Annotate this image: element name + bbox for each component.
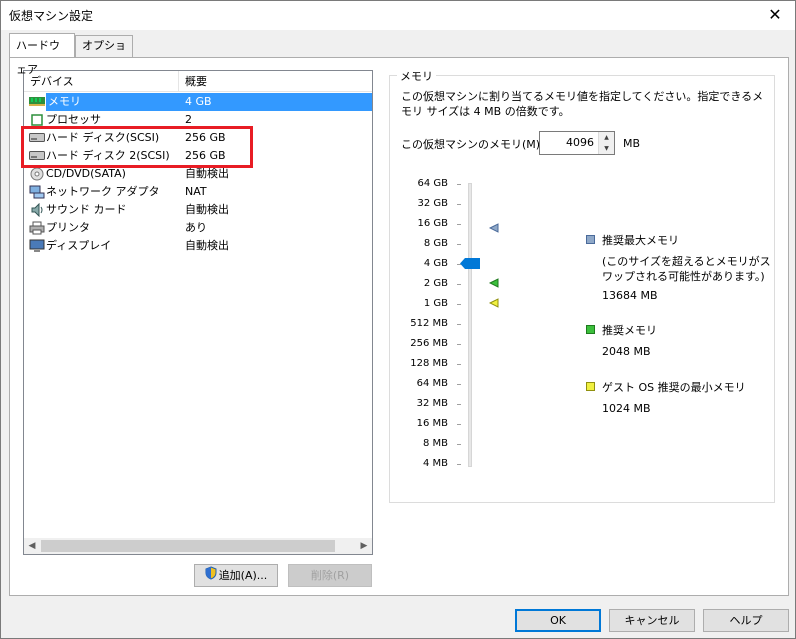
ok-button[interactable]: OK (515, 609, 601, 632)
scale-label: 8 MB (422, 438, 448, 449)
scale-label: 4 GB (423, 258, 448, 269)
scale-tick (457, 284, 461, 285)
device-value: 自動検出 (185, 239, 229, 252)
display-icon (29, 239, 45, 253)
device-value: 自動検出 (185, 203, 229, 216)
device-row-printer[interactable]: プリンタ あり (24, 219, 372, 237)
device-name: ディスプレイ (46, 239, 112, 252)
device-row-memory[interactable]: メモリ 4 GB (24, 93, 372, 111)
cd-dvd-icon (29, 167, 45, 181)
device-value: 4 GB (185, 95, 212, 108)
memory-description: この仮想マシンに割り当てるメモリ値を指定してください。指定できるメモリ サイズは… (401, 90, 764, 118)
scale-label: 32 MB (416, 398, 448, 409)
scale-label: 128 MB (410, 358, 448, 369)
scale-tick (457, 424, 461, 425)
scale-label: 64 MB (416, 378, 448, 389)
scale-tick (457, 404, 461, 405)
recommended-max-note: (このサイズを超えるとメモリがスワップされる可能性があります。) (602, 255, 771, 283)
recommended-label: 推奨メモリ (602, 324, 657, 337)
guest-min-marker (489, 298, 499, 308)
window-title: 仮想マシン設定 (9, 9, 94, 23)
remove-button[interactable]: 削除(R) (288, 564, 372, 587)
close-icon[interactable]: ✕ (755, 1, 795, 30)
recommended-max-label: 推奨最大メモリ (602, 234, 679, 247)
device-name: ネットワーク アダプタ (46, 185, 160, 198)
scale-tick (457, 244, 461, 245)
scale-tick (457, 184, 461, 185)
guest-min-value: 1024 MB (602, 402, 651, 415)
sound-card-icon (29, 202, 45, 218)
memory-slider-thumb[interactable] (460, 258, 480, 269)
recommended-max-swatch (586, 235, 595, 244)
scale-tick (457, 204, 461, 205)
horizontal-scrollbar[interactable]: ◀ ▶ (24, 538, 372, 554)
device-name: サウンド カード (46, 203, 127, 216)
guest-min-label: ゲスト OS 推奨の最小メモリ (602, 381, 746, 394)
scale-tick (457, 364, 461, 365)
add-button-label: 追加(A)... (218, 569, 268, 582)
guest-min-swatch (586, 382, 595, 391)
scale-tick (457, 304, 461, 305)
memory-group-title: メモリ (397, 68, 436, 84)
scroll-left-icon[interactable]: ◀ (24, 538, 40, 554)
title-bar: 仮想マシン設定 ✕ (1, 1, 795, 30)
scale-label: 16 GB (417, 218, 448, 229)
memory-input[interactable]: 4096 (566, 136, 594, 149)
device-row-sound-card[interactable]: サウンド カード 自動検出 (24, 201, 372, 219)
device-name: メモリ (48, 95, 81, 108)
vm-settings-window: 仮想マシン設定 ✕ ハードウェア オプション デバイス 概要 メモリ 4 GB … (0, 0, 796, 639)
tab-hardware[interactable]: ハードウェア (9, 33, 75, 76)
shield-icon (205, 565, 217, 587)
processor-icon (29, 113, 45, 127)
cancel-button[interactable]: キャンセル (609, 609, 695, 632)
scale-label: 16 MB (416, 418, 448, 429)
scale-label: 256 MB (410, 338, 448, 349)
device-value: あり (185, 221, 207, 234)
memory-slider-track[interactable] (468, 183, 472, 467)
column-header-device[interactable]: デバイス (24, 71, 179, 92)
scale-label: 2 GB (423, 278, 448, 289)
list-header: デバイス 概要 (24, 71, 372, 92)
scale-label: 64 GB (417, 178, 448, 189)
recommended-marker (489, 278, 499, 288)
device-name: プリンタ (46, 221, 90, 234)
scrollbar-thumb[interactable] (41, 540, 335, 552)
scale-label: 8 GB (423, 238, 448, 249)
help-button[interactable]: ヘルプ (703, 609, 789, 632)
printer-icon (29, 221, 45, 235)
memory-field-label: この仮想マシンのメモリ(M): (401, 138, 544, 151)
scale-tick (457, 224, 461, 225)
network-adapter-icon (29, 185, 45, 199)
scale-tick (457, 344, 461, 345)
add-button[interactable]: 追加(A)... (194, 564, 278, 587)
scroll-right-icon[interactable]: ▶ (356, 538, 372, 554)
recommended-swatch (586, 325, 595, 334)
scale-label: 1 GB (423, 298, 448, 309)
spin-down-icon[interactable]: ▼ (598, 143, 614, 154)
device-value: NAT (185, 185, 207, 198)
scale-label: 32 GB (417, 198, 448, 209)
scale-label: 512 MB (410, 318, 448, 329)
scale-tick (457, 444, 461, 445)
memory-unit: MB (623, 137, 641, 150)
device-row-display[interactable]: ディスプレイ 自動検出 (24, 237, 372, 255)
device-row-network-adapter[interactable]: ネットワーク アダプタ NAT (24, 183, 372, 201)
scale-tick (457, 384, 461, 385)
scale-tick (457, 324, 461, 325)
recommended-value: 2048 MB (602, 345, 651, 358)
recommended-max-value: 13684 MB (602, 289, 658, 302)
column-header-summary[interactable]: 概要 (179, 71, 372, 92)
scale-label: 4 MB (422, 458, 448, 469)
highlight-annotation-box (21, 126, 253, 168)
spin-up-icon[interactable]: ▲ (598, 132, 614, 143)
scale-tick (457, 464, 461, 465)
memory-icon (29, 95, 45, 109)
recommended-max-marker (489, 223, 499, 233)
memory-spinbox[interactable]: 4096 ▲ ▼ (539, 131, 615, 155)
tab-options[interactable]: オプション (75, 35, 133, 72)
